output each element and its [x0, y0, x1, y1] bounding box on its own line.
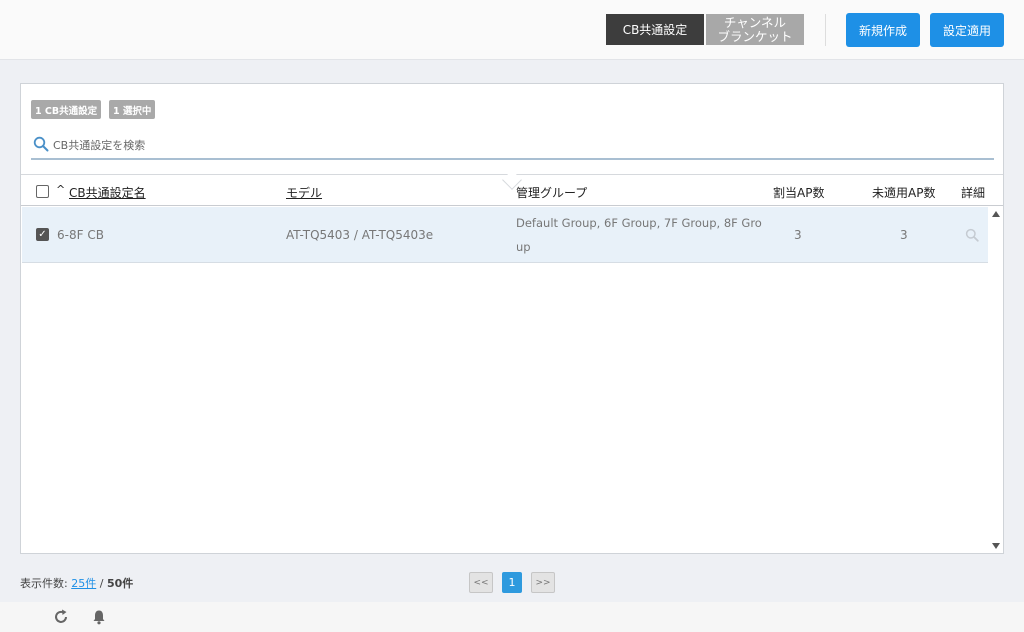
- column-header-assigned-ap: 割当AP数: [773, 186, 825, 200]
- bell-icon[interactable]: [90, 608, 108, 626]
- tab-cb-common-settings-label: CB共通設定: [622, 23, 688, 37]
- pagination-next-button[interactable]: >>: [531, 572, 555, 593]
- toolbar-divider: [825, 14, 826, 46]
- scroll-down-arrow-icon[interactable]: [992, 543, 1000, 549]
- column-header-name[interactable]: CB共通設定名: [69, 184, 146, 201]
- scroll-up-arrow-icon[interactable]: [992, 211, 1000, 217]
- apply-settings-button-label: 設定適用: [942, 23, 991, 38]
- magnifier-icon[interactable]: [965, 228, 979, 242]
- column-header-group: 管理グループ: [516, 186, 588, 200]
- count-separator: /: [99, 577, 104, 590]
- table-row[interactable]: ✓ 6-8F CB AT-TQ5403 / AT-TQ5403e Default…: [22, 207, 988, 263]
- total-count: 50件: [106, 577, 134, 590]
- top-toolbar: CB共通設定 チャンネル ブランケット 新規作成 設定適用: [0, 0, 1024, 60]
- column-header-model[interactable]: モデル: [286, 184, 322, 201]
- row-unapplied-ap: 3: [900, 228, 908, 242]
- page-size-info: 表示件数: 25件 / 50件: [20, 575, 133, 591]
- search-icon: [33, 136, 49, 152]
- search-bar: [31, 132, 994, 160]
- per-page-link[interactable]: 25件: [71, 577, 96, 590]
- pagination-prev-button[interactable]: <<: [469, 572, 493, 593]
- search-input[interactable]: [53, 134, 953, 156]
- row-group-line1: Default Group, 6F Group, 7F Group, 8F Gr…: [516, 216, 762, 230]
- count-chip: 1 CB共通設定: [31, 100, 102, 119]
- apply-settings-button[interactable]: 設定適用: [930, 13, 1004, 47]
- selected-count-chip: 1 選択中: [109, 100, 156, 119]
- new-button-label: 新規作成: [858, 23, 907, 38]
- settings-list-panel: 1 CB共通設定 1 選択中 ^ CB共通設定名 モデル 管理グループ 割当AP…: [20, 83, 1004, 554]
- tab-channel-blanket-label-line1: チャンネル: [723, 14, 787, 30]
- select-all-checkbox[interactable]: [36, 185, 49, 198]
- row-group-line2: up: [516, 240, 531, 254]
- pagination-page-1[interactable]: 1: [502, 572, 522, 593]
- display-count-label: 表示件数:: [20, 577, 68, 590]
- tab-cb-common-settings[interactable]: CB共通設定: [606, 14, 704, 45]
- row-checkbox[interactable]: ✓: [36, 228, 49, 241]
- bottom-status-bar: [0, 602, 1024, 632]
- tab-channel-blanket-label-line2: ブランケット: [717, 28, 793, 44]
- row-assigned-ap: 3: [794, 228, 802, 242]
- column-header-unapplied-ap: 未適用AP数: [872, 186, 936, 200]
- tab-channel-blanket[interactable]: チャンネル ブランケット: [706, 14, 804, 45]
- sort-ascending-icon[interactable]: ^: [56, 183, 65, 196]
- refresh-icon[interactable]: [52, 608, 70, 626]
- row-name: 6-8F CB: [57, 228, 104, 242]
- new-button[interactable]: 新規作成: [846, 13, 920, 47]
- column-header-detail: 詳細: [961, 186, 986, 200]
- row-model: AT-TQ5403 / AT-TQ5403e: [286, 228, 434, 242]
- vertical-scrollbar[interactable]: [988, 207, 1003, 553]
